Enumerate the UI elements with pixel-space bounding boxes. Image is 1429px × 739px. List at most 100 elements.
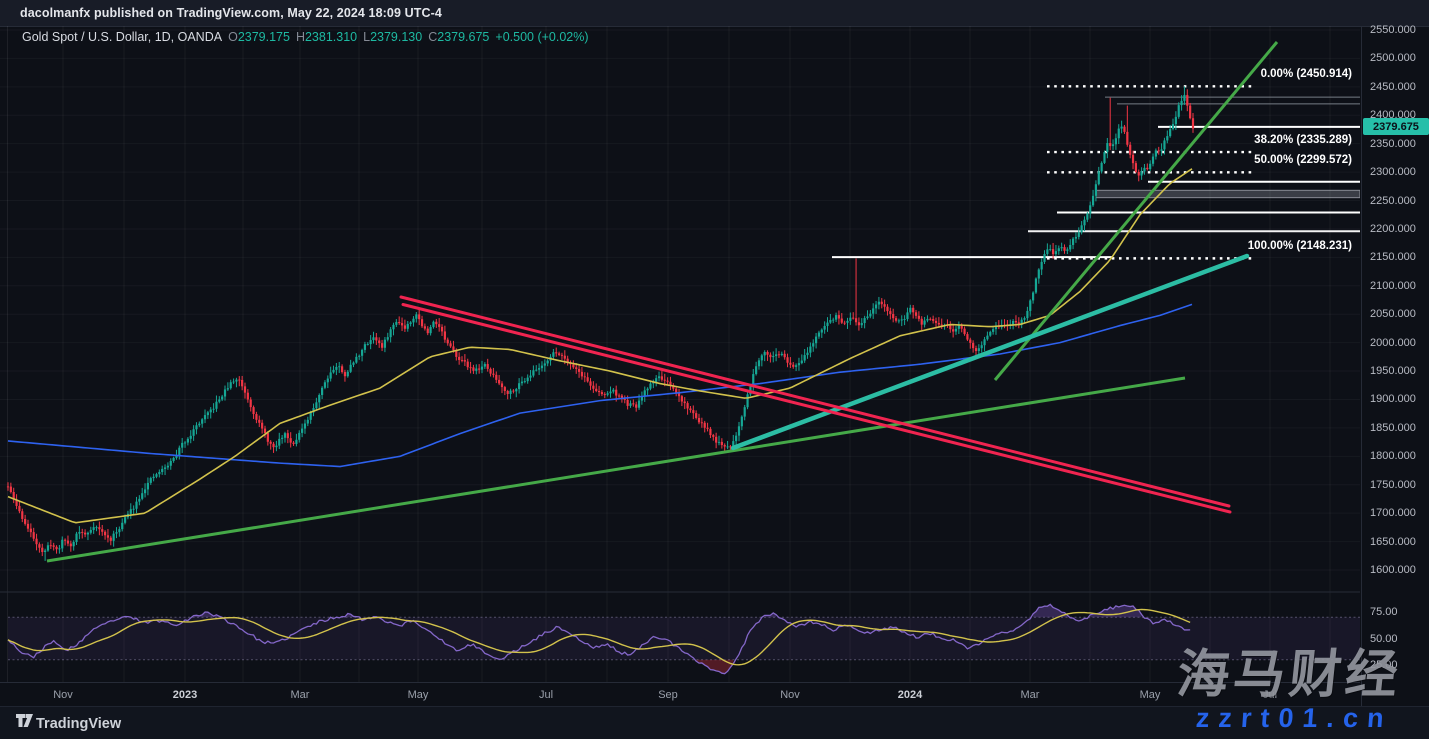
trendline-steep-uptrend [993, 41, 1279, 381]
candle-body [469, 367, 472, 369]
candle-body [1049, 249, 1052, 251]
candle-body [463, 360, 466, 362]
candle-body [617, 395, 621, 397]
watermark-chinese: 海马财经 [1174, 646, 1405, 704]
candle-body [286, 433, 289, 439]
candle-body [772, 355, 775, 358]
chart-canvas[interactable] [0, 26, 1360, 682]
candle-body [1066, 249, 1069, 251]
candle-body [195, 425, 198, 430]
candle-body [406, 323, 409, 329]
candle-body [395, 322, 398, 325]
tradingview-logo-icon[interactable] [16, 714, 33, 730]
candle-body [446, 339, 449, 344]
candle-body [689, 408, 692, 411]
candle-body [203, 415, 207, 420]
candle-body [315, 402, 318, 409]
candle-body [992, 329, 995, 332]
candle-body [309, 412, 312, 420]
candle-body [1137, 171, 1140, 176]
candle-body [498, 379, 501, 384]
candle-body [261, 422, 264, 429]
candle-body [555, 352, 558, 354]
candle-body [900, 319, 903, 321]
candle-body [95, 527, 98, 529]
candle-body [560, 354, 564, 356]
candle-body [926, 318, 929, 321]
candle-body [223, 389, 227, 397]
candle-body [897, 320, 900, 322]
candle-body [1031, 292, 1035, 301]
candle-body [846, 320, 849, 323]
candle-body [215, 401, 218, 409]
candle-body [823, 325, 826, 330]
candle-body [366, 344, 369, 346]
candle-body [6, 486, 10, 488]
price-axis-label: 2450.000 [1370, 80, 1416, 93]
candle-body [775, 354, 778, 356]
candle-body [1094, 184, 1098, 196]
price-axis[interactable]: 2550.000 2500.000 2450.000 2400.000 2350.000… [1361, 24, 1429, 706]
candle-body [849, 317, 852, 321]
candle-body [760, 355, 763, 361]
candle-body [1131, 154, 1135, 164]
symbol-legend[interactable]: Gold Spot / U.S. Dollar, 1D, OANDA O2379… [22, 30, 589, 44]
candle-body [266, 433, 269, 442]
tradingview-published-chart: dacolmanfx published on TradingView.com,… [0, 0, 1429, 739]
time-axis-label: May [1139, 689, 1161, 701]
price-axis-label: 2000.000 [1370, 336, 1416, 349]
candle-body [1029, 300, 1032, 311]
candle-body [737, 426, 741, 436]
candle-body [1103, 152, 1106, 163]
candle-body [860, 323, 863, 326]
candle-body [1169, 129, 1172, 137]
candle-body [526, 377, 529, 382]
tradingview-brand[interactable]: TradingView [36, 716, 121, 732]
candle-body [318, 394, 321, 403]
candle-body [221, 396, 224, 400]
candle-body [44, 550, 47, 552]
time-axis[interactable]: Nov 2023 Mar May Jul Sep Nov 2024 Mar May Jul [0, 682, 1360, 707]
candle-body [589, 381, 592, 386]
candle-body [438, 324, 441, 327]
candle-body [803, 355, 806, 361]
candle-body [386, 337, 389, 340]
candle-body [880, 301, 883, 305]
candle-body [557, 353, 561, 355]
candle-body [472, 367, 475, 371]
candle-body [201, 419, 204, 424]
candle-body [412, 318, 415, 323]
candle-body [952, 329, 955, 332]
price-axis-label: 1950.000 [1370, 365, 1416, 378]
candle-body [515, 389, 518, 392]
candle-body [115, 532, 118, 534]
candle-body [715, 436, 718, 443]
candle-body [49, 545, 52, 547]
candle-body [400, 323, 404, 326]
candle-body [797, 363, 801, 366]
candle-body [1051, 249, 1055, 255]
candle-body [1040, 261, 1043, 270]
candle-body [1054, 251, 1058, 255]
candle-body [817, 332, 821, 337]
price-axis-label: 2250.000 [1370, 194, 1416, 207]
candle-body [278, 438, 281, 446]
candle-body [1120, 126, 1123, 129]
close-value: 2379.675 [437, 30, 490, 44]
candle-body [252, 407, 255, 415]
candle-body [166, 465, 170, 468]
candle-body [369, 340, 372, 345]
candle-body [149, 478, 152, 483]
candle-body [509, 390, 512, 394]
candle-body [1109, 143, 1112, 147]
candle-body [112, 533, 115, 541]
candle-body [780, 353, 783, 356]
candle-body [458, 356, 461, 360]
candle-body [483, 364, 486, 367]
candle-body [409, 322, 412, 324]
candle-body [872, 308, 875, 314]
price-axis-label: 1750.000 [1370, 478, 1416, 491]
candle-body [552, 352, 555, 357]
candle-body [249, 399, 252, 408]
candle-body [680, 396, 683, 402]
